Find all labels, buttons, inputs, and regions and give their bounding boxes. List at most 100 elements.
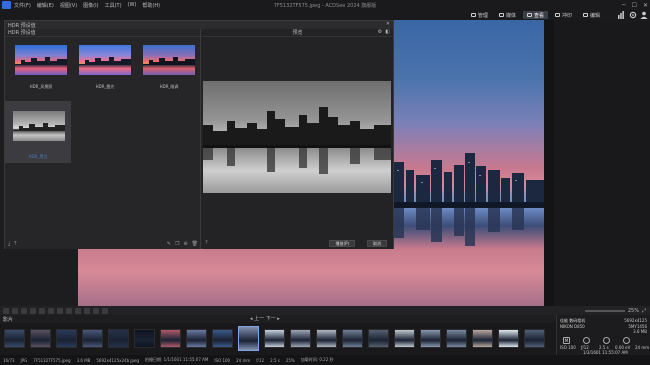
gear-icon[interactable] <box>629 11 637 19</box>
import-icon[interactable]: ⤓ <box>8 241 10 247</box>
preset-thumbnail <box>15 45 67 75</box>
export-icon[interactable]: ⤒ <box>14 241 16 247</box>
cancel-button[interactable]: 取消 <box>367 240 387 247</box>
minimize-icon[interactable]: ─ <box>622 2 626 9</box>
filmstrip-thumbnail[interactable] <box>56 329 77 348</box>
filmstrip-label: 影片 <box>3 316 14 323</box>
preset-thumbnail <box>143 45 195 75</box>
presets-header: HDR 预设值 <box>8 30 36 36</box>
user-icon[interactable] <box>640 11 648 19</box>
status-item: f/12 <box>256 357 265 363</box>
more-icon[interactable] <box>102 307 108 314</box>
filmstrip-thumbnail[interactable] <box>238 326 259 351</box>
filmstrip-thumbnail[interactable] <box>420 329 441 348</box>
add-icon[interactable]: ⊕ <box>183 241 187 247</box>
hdr-presets-window: HDR 预设值 ✕ HDR 预设值 HDR_风景照 HDR_霞光 HDR_暗调 … <box>4 20 394 249</box>
filmstrip-thumbnail[interactable] <box>108 329 129 348</box>
edit-icon[interactable]: ✎ <box>167 241 171 247</box>
filmstrip-thumbnail[interactable] <box>524 329 545 348</box>
preset-landscape[interactable]: HDR_风景照 <box>9 39 71 97</box>
divider-strip <box>544 20 554 306</box>
delete-icon[interactable]: 🗑 <box>192 241 198 247</box>
hdr-window-title: HDR 预设值 <box>8 22 36 29</box>
mode-view[interactable]: 查看 <box>522 11 548 19</box>
filmstrip-thumbnail[interactable] <box>498 329 519 348</box>
mode-media[interactable]: 媒体 <box>495 11 520 19</box>
help-icon[interactable]: ? <box>205 240 208 246</box>
preset-label: HDR_暗调 <box>159 84 179 89</box>
filmstrip-thumbnail[interactable] <box>264 329 285 348</box>
filmstrip-thumbnail[interactable] <box>290 329 311 348</box>
fit-icon[interactable] <box>30 307 36 314</box>
filmstrip-thumbnail[interactable] <box>316 329 337 348</box>
filmstrip-thumbnail[interactable] <box>472 329 493 348</box>
metering-icon <box>583 337 590 344</box>
close-icon[interactable]: ✕ <box>643 2 648 9</box>
preset-label: HDR_黑白 <box>28 154 48 159</box>
crop-icon[interactable] <box>21 307 27 314</box>
preset-dark[interactable]: HDR_暗调 <box>137 39 199 97</box>
mode-edit[interactable]: 编辑 <box>579 11 604 19</box>
menu-view[interactable]: 视图(V) <box>60 2 77 9</box>
filmstrip-thumbnail[interactable] <box>368 329 389 348</box>
menu-tools[interactable]: 工具(T) <box>105 2 122 9</box>
dims-value: 5692x4125 <box>624 318 647 323</box>
status-item: 25% <box>285 357 295 363</box>
filmstrip-thumbnail[interactable] <box>30 329 51 348</box>
actual-size-icon[interactable] <box>39 307 45 314</box>
zoom-out-icon[interactable] <box>48 307 54 314</box>
status-item: 加载时间: 0.22 秒 <box>300 357 334 362</box>
menu-file[interactable]: 文件(F) <box>14 2 31 9</box>
presets-panel: HDR 预设值 HDR_风景照 HDR_霞光 HDR_暗调 HDR_黑白 ⤓ ⤒… <box>5 29 201 249</box>
filmstrip-thumbnail[interactable] <box>394 329 415 348</box>
apply-button[interactable]: 播放(P) <box>329 240 355 247</box>
filmstrip-thumbnail[interactable] <box>4 329 25 348</box>
preview-header: 预览 <box>292 30 303 36</box>
maximize-icon[interactable]: ☐ <box>632 2 637 9</box>
fit-screen-icon[interactable]: ⤢ <box>642 308 646 314</box>
filmstrip-thumbnail[interactable] <box>212 329 233 348</box>
copy-icon[interactable]: ❐ <box>175 241 179 247</box>
exposure-mode: M <box>563 337 570 344</box>
rotate-right-icon[interactable] <box>12 307 18 314</box>
media-icon <box>498 13 504 17</box>
filmstrip-thumbnail[interactable] <box>342 329 363 348</box>
grid-icon[interactable] <box>84 307 90 314</box>
color-icon[interactable] <box>75 307 81 314</box>
rotate-left-icon[interactable] <box>3 307 9 314</box>
zoom-level[interactable]: 25% <box>628 308 639 314</box>
info-icon[interactable] <box>93 307 99 314</box>
compare-icon[interactable] <box>66 307 72 314</box>
close-icon[interactable]: ✕ <box>386 21 390 27</box>
filmstrip-thumbnail[interactable] <box>446 329 467 348</box>
menu-edit[interactable]: 编辑(E) <box>37 2 54 9</box>
filmstrip-thumbnail[interactable] <box>160 329 181 348</box>
gear-icon[interactable]: ⚙ <box>378 29 382 35</box>
filmstrip-thumbnail[interactable] <box>134 329 155 348</box>
zoom-in-icon[interactable] <box>57 307 63 314</box>
filmstrip-thumbnail[interactable] <box>186 329 207 348</box>
status-item: 5692x4125x24b.jpeg <box>96 357 140 363</box>
menu-image[interactable]: 图像(I) <box>83 2 98 9</box>
preset-bw[interactable]: HDR_黑白 <box>5 101 71 163</box>
compare-icon[interactable]: ◧ <box>385 29 390 35</box>
status-item: JPG <box>20 357 28 363</box>
preview-panel: 预览 ⚙ ◧ ? 播放(P) 取消 <box>202 29 393 249</box>
stats-icon[interactable] <box>618 11 624 19</box>
status-bar: 16/73 JPG 7F5132TF575.jpeg 3.6 MB 5692x4125x… <box>0 355 650 365</box>
filesize-value: 3.6 MB <box>633 329 647 334</box>
zoom-slider-icon[interactable] <box>584 309 625 312</box>
mode-develop[interactable]: 冲印 <box>551 11 576 19</box>
preset-glow[interactable]: HDR_霞光 <box>73 39 135 97</box>
status-item: 2.5 s <box>270 357 280 363</box>
mode-manage[interactable]: 管理 <box>467 11 492 19</box>
filmstrip-pager[interactable]: ◂ 上一 下一 ▸ <box>250 315 280 322</box>
filmstrip-thumbnail[interactable] <box>82 329 103 348</box>
menu-window[interactable]: (W) <box>128 2 137 8</box>
focal-value: 24 mm <box>635 345 650 350</box>
status-item: 3.6 MB <box>76 357 91 363</box>
menu-help[interactable]: 帮助(H) <box>142 2 160 9</box>
info-panel: 佳能 数码相机 5692x4125 NIKON D850 5MY1456 3.6… <box>556 315 650 355</box>
filmstrip <box>0 323 556 355</box>
hdr-window-titlebar[interactable]: HDR 预设值 ✕ <box>5 21 393 29</box>
